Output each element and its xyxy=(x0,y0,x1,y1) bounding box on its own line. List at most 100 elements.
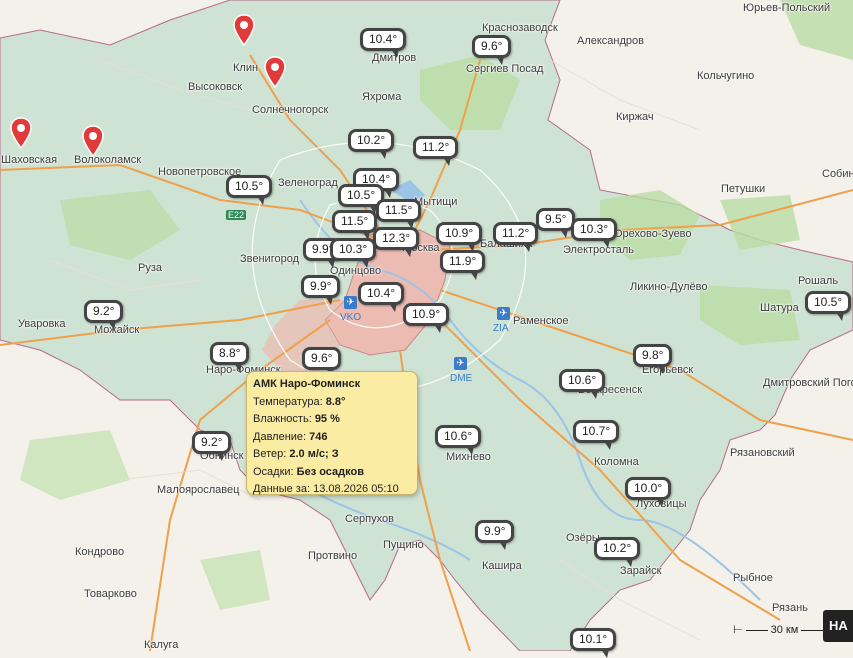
temperature-marker[interactable]: 9.9° xyxy=(301,275,341,305)
tooltip-pressure-value: 746 xyxy=(309,430,328,443)
city-label: Уваровка xyxy=(18,318,66,330)
city-label: Пущино xyxy=(383,539,424,551)
city-label: Шатура xyxy=(760,302,799,314)
temperature-marker[interactable]: 9.9° xyxy=(475,520,515,550)
location-pin-icon[interactable] xyxy=(10,117,32,149)
city-label: Высоковск xyxy=(188,81,243,93)
tooltip-precip-row: Осадки: Без осадков xyxy=(253,464,411,482)
tooltip-date-value: 13.08.2026 05:10 xyxy=(313,483,399,495)
tooltip-wind-value: 2.0 м/с; З xyxy=(289,448,339,460)
temperature-marker[interactable]: 9.6° xyxy=(302,347,342,377)
temperature-marker[interactable]: 9.5° xyxy=(536,208,576,238)
tooltip-pressure-row: Давление: 746 xyxy=(253,429,411,447)
temperature-marker[interactable]: 9.2° xyxy=(192,431,232,461)
map-scale: ⊢30 км⊣ xyxy=(733,623,836,636)
temperature-marker[interactable]: 10.3° xyxy=(330,238,377,268)
city-label: Серпухов xyxy=(345,513,394,525)
temperature-marker[interactable]: 10.4° xyxy=(358,282,405,312)
tooltip-precip-label: Осадки: xyxy=(253,465,294,478)
temperature-marker[interactable]: 8.8° xyxy=(210,342,250,372)
location-pin-icon[interactable] xyxy=(82,125,104,157)
city-label: Рошаль xyxy=(798,275,839,287)
navigator-button[interactable]: НА xyxy=(823,610,853,642)
temperature-marker[interactable]: 10.9° xyxy=(403,303,450,333)
tooltip-humidity-row: Влажность: 95 % xyxy=(253,411,411,429)
scale-bar xyxy=(745,629,768,631)
temperature-marker[interactable]: 9.6° xyxy=(472,35,512,65)
city-label: Рыбное xyxy=(733,572,773,584)
city-label: Краснозаводск xyxy=(482,22,558,34)
temperature-marker[interactable]: 10.3° xyxy=(571,218,618,248)
temperature-marker[interactable]: 11.5° xyxy=(332,210,378,240)
city-label: Рязань xyxy=(772,602,808,614)
city-label: Кондрово xyxy=(75,546,125,558)
temperature-marker[interactable]: 10.1° xyxy=(570,628,617,658)
city-label: Яхрома xyxy=(362,91,402,103)
city-label: Протвино xyxy=(308,550,358,562)
airport-code-label: DME xyxy=(450,373,473,384)
city-label: Звенигород xyxy=(240,253,300,265)
city-label: Раменское xyxy=(513,315,569,327)
city-label: Кашира xyxy=(482,560,522,572)
temperature-marker[interactable]: 10.9° xyxy=(436,222,483,252)
temperature-marker[interactable]: 10.7° xyxy=(573,420,620,450)
city-label: Электросталь xyxy=(563,244,634,256)
city-label: Калуга xyxy=(144,639,179,651)
station-tooltip: АМК Наро-Фоминск Температура: 8.8° Влажн… xyxy=(246,371,418,495)
tooltip-pressure-label: Давление: xyxy=(253,430,307,443)
temperature-marker[interactable]: 10.5° xyxy=(226,175,273,205)
location-pin-icon[interactable] xyxy=(233,14,255,46)
city-label: Кольчугино xyxy=(697,70,755,82)
tooltip-humidity-label: Влажность: xyxy=(253,413,312,425)
tooltip-temperature-label: Температура: xyxy=(253,395,323,408)
temperature-marker[interactable]: 11.9° xyxy=(440,250,486,280)
city-label: Коломна xyxy=(594,456,639,468)
city-label: Сергиев Посад xyxy=(466,63,544,75)
temperature-marker[interactable]: 10.2° xyxy=(594,537,641,567)
city-label: Одинцово xyxy=(330,265,382,277)
temperature-marker[interactable]: 9.2° xyxy=(84,300,124,330)
city-label: Киржач xyxy=(616,111,654,123)
city-label: Малоярославец xyxy=(157,484,240,496)
tooltip-wind-row: Ветер: 2.0 м/с; З xyxy=(253,446,411,464)
temperature-marker[interactable]: 11.5° xyxy=(376,199,422,229)
tooltip-date-label: Данные за: xyxy=(253,483,311,495)
city-label: Товарково xyxy=(84,588,137,600)
temperature-marker[interactable]: 10.5° xyxy=(805,291,852,321)
city-label: Шаховская xyxy=(1,154,58,166)
temperature-marker[interactable]: 9.8° xyxy=(633,344,673,374)
tooltip-temperature-value: 8.8° xyxy=(325,395,346,408)
location-pin-icon[interactable] xyxy=(264,56,286,88)
scale-label: 30 км xyxy=(770,624,799,636)
temperature-marker[interactable]: 11.2° xyxy=(493,222,539,252)
tooltip-precip-value: Без осадков xyxy=(296,465,364,478)
city-label: Можайск xyxy=(94,324,140,336)
scale-bar-right xyxy=(801,629,824,631)
city-label: Дмитровский Погост xyxy=(763,377,853,389)
temperature-marker[interactable]: 10.6° xyxy=(435,425,482,455)
temperature-marker[interactable]: 10.6° xyxy=(559,369,606,399)
scale-left-tick-icon: ⊢ xyxy=(733,624,743,636)
temperature-marker[interactable]: 11.2° xyxy=(413,136,459,166)
tooltip-temperature-row: Температура: 8.8° xyxy=(253,394,411,412)
airport-icon: ✈ xyxy=(454,357,467,370)
temperature-marker[interactable]: 10.4° xyxy=(360,28,407,58)
temperature-marker[interactable]: 10.2° xyxy=(348,129,395,159)
temperature-marker[interactable]: 10.0° xyxy=(625,477,672,507)
temperature-marker[interactable]: 12.3° xyxy=(373,227,420,257)
city-label: Собинка xyxy=(822,168,853,180)
city-label: Солнечногорск xyxy=(252,104,329,116)
tooltip-wind-label: Ветер: xyxy=(253,448,287,460)
city-label: Руза xyxy=(138,262,162,274)
airport-code-label: ZIA xyxy=(493,323,509,334)
airport-code-label: VKO xyxy=(340,312,362,323)
city-label: Клин xyxy=(233,62,259,74)
airport-icon: ✈ xyxy=(497,307,510,320)
airport-icon: ✈ xyxy=(344,296,357,309)
tooltip-humidity-value: 95 % xyxy=(314,413,340,425)
city-label: Орехово-Зуево xyxy=(614,228,692,240)
city-label: Петушки xyxy=(721,183,766,195)
city-label: Ликино-Дулёво xyxy=(630,281,708,293)
city-label: Зеленоград xyxy=(278,177,338,189)
city-label: Александров xyxy=(577,35,644,47)
